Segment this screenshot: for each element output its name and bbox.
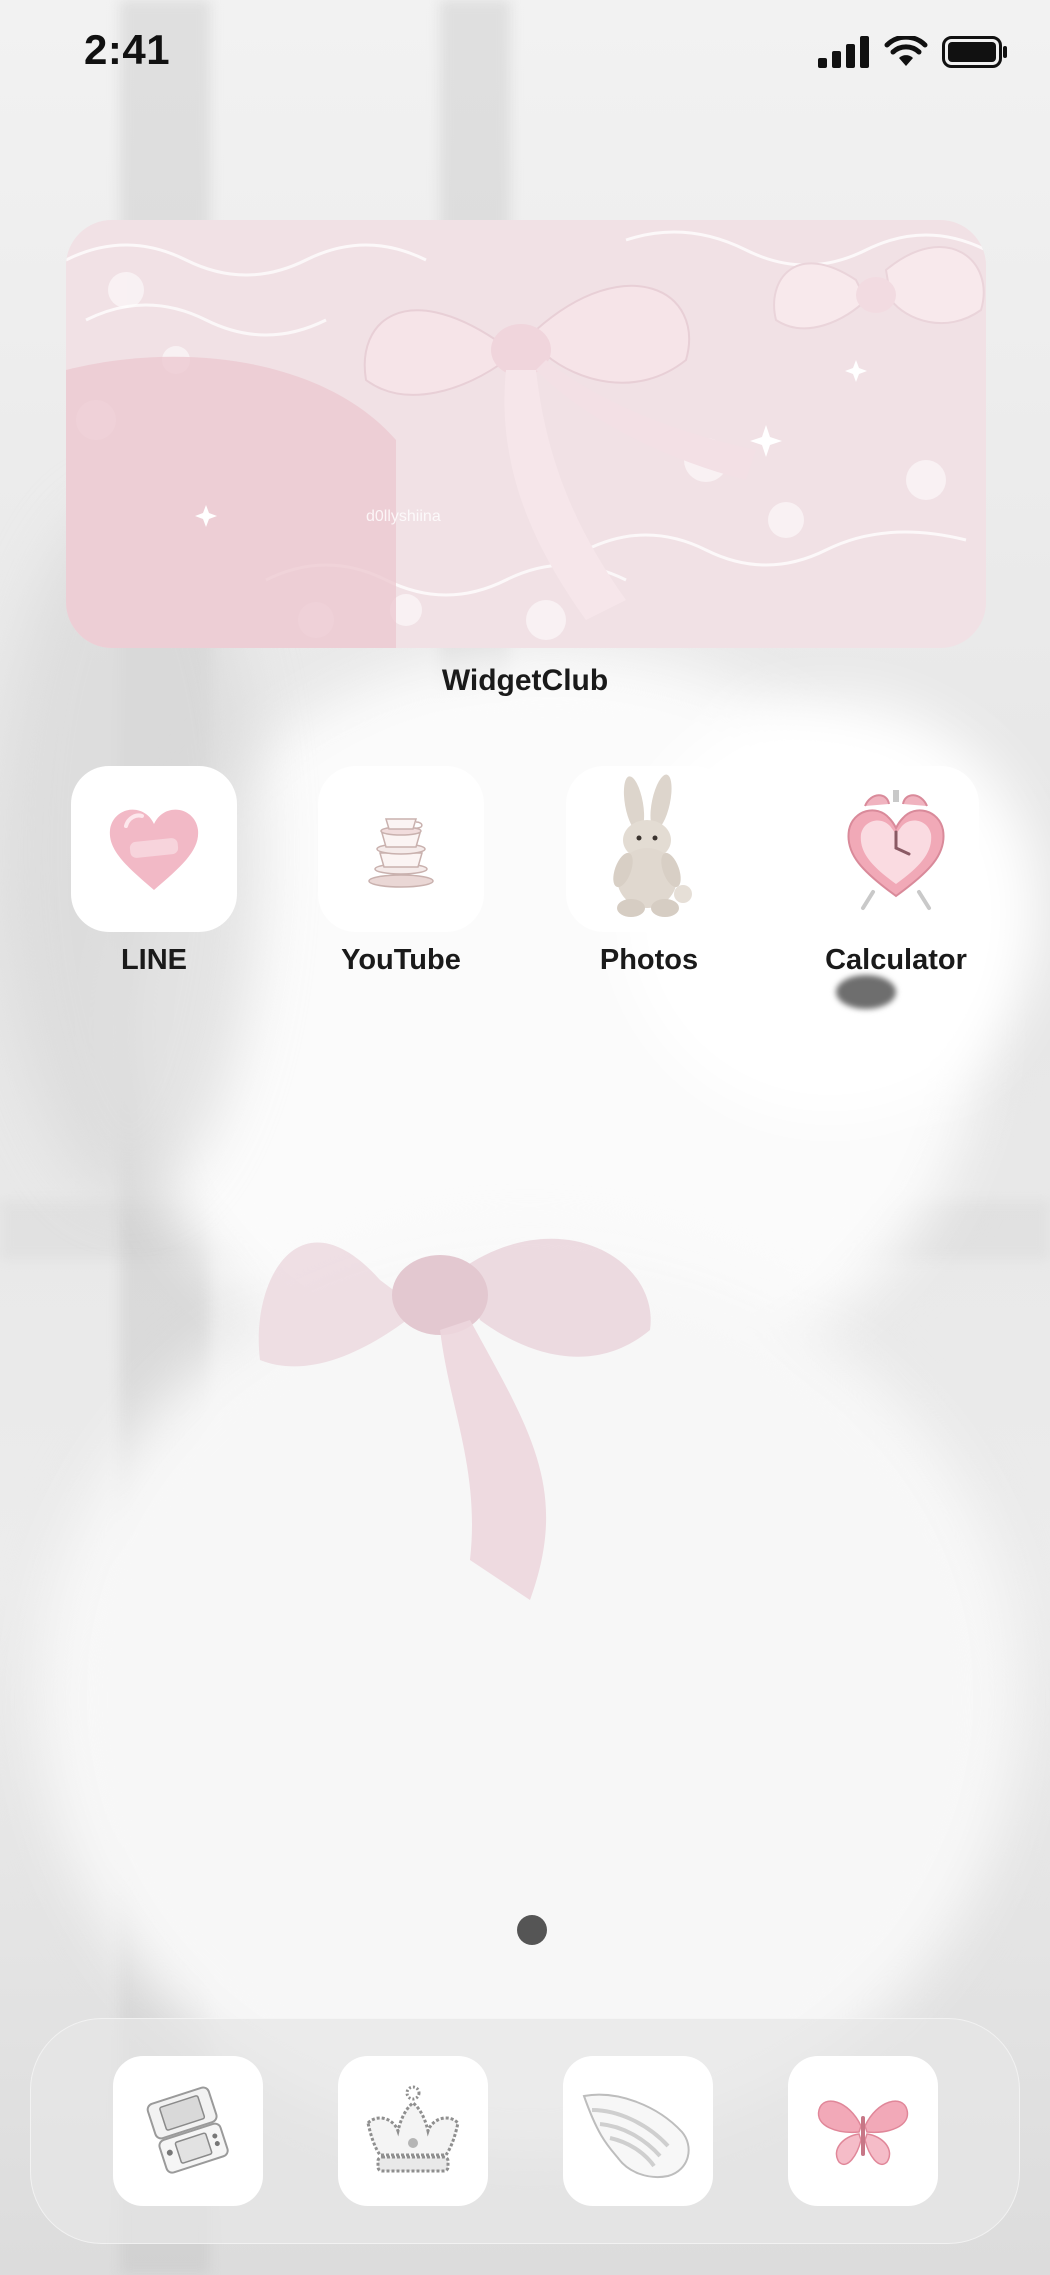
status-time: 2:41 (84, 26, 171, 73)
app-youtube[interactable]: YouTube (318, 766, 484, 977)
wifi-icon (884, 36, 928, 66)
app-photos[interactable]: Photos (566, 766, 732, 977)
status-bar: 2:41 (0, 0, 1050, 110)
app-calculator-label: Calculator (825, 944, 967, 976)
app-line-label: LINE (120, 944, 188, 976)
dock-app-butterfly[interactable] (788, 2056, 938, 2206)
bunny-plush-icon (613, 774, 692, 917)
cellular-signal-icon (818, 36, 869, 68)
angel-wing-icon (582, 2093, 690, 2178)
handheld-console-icon (146, 2086, 229, 2174)
page-indicator-dot[interactable] (517, 1915, 547, 1945)
teacup-stack-icon (368, 818, 434, 888)
app-line[interactable]: LINE (71, 766, 237, 977)
heart-alarm-clock-icon (847, 790, 945, 910)
wallpaper-cat-eye (836, 975, 896, 1009)
app-youtube-tile[interactable] (318, 766, 484, 932)
app-photos-label: Photos (599, 944, 699, 976)
dock-app-console[interactable] (113, 2056, 263, 2206)
wallpaper-bow (258, 1238, 651, 1600)
app-line-tile[interactable] (71, 766, 237, 932)
dock-app-crown[interactable] (338, 2056, 488, 2206)
pink-butterfly-icon (817, 2100, 909, 2165)
app-calculator[interactable]: Calculator (813, 766, 979, 977)
app-youtube-label: YouTube (341, 944, 461, 976)
photo-widget[interactable]: d0llyshiina (66, 220, 986, 648)
widget-watermark: d0llyshiina (366, 508, 441, 525)
app-photos-tile[interactable] (566, 766, 732, 932)
crown-icon (366, 2085, 460, 2173)
status-icons (818, 36, 1008, 68)
widget-caption: WidgetClub (441, 664, 609, 697)
widget-photo-bows (66, 220, 986, 648)
pink-heart-icon (109, 809, 199, 890)
battery-icon (942, 36, 1007, 68)
dock-app-wing[interactable] (563, 2056, 713, 2206)
app-calculator-tile[interactable] (813, 766, 979, 932)
